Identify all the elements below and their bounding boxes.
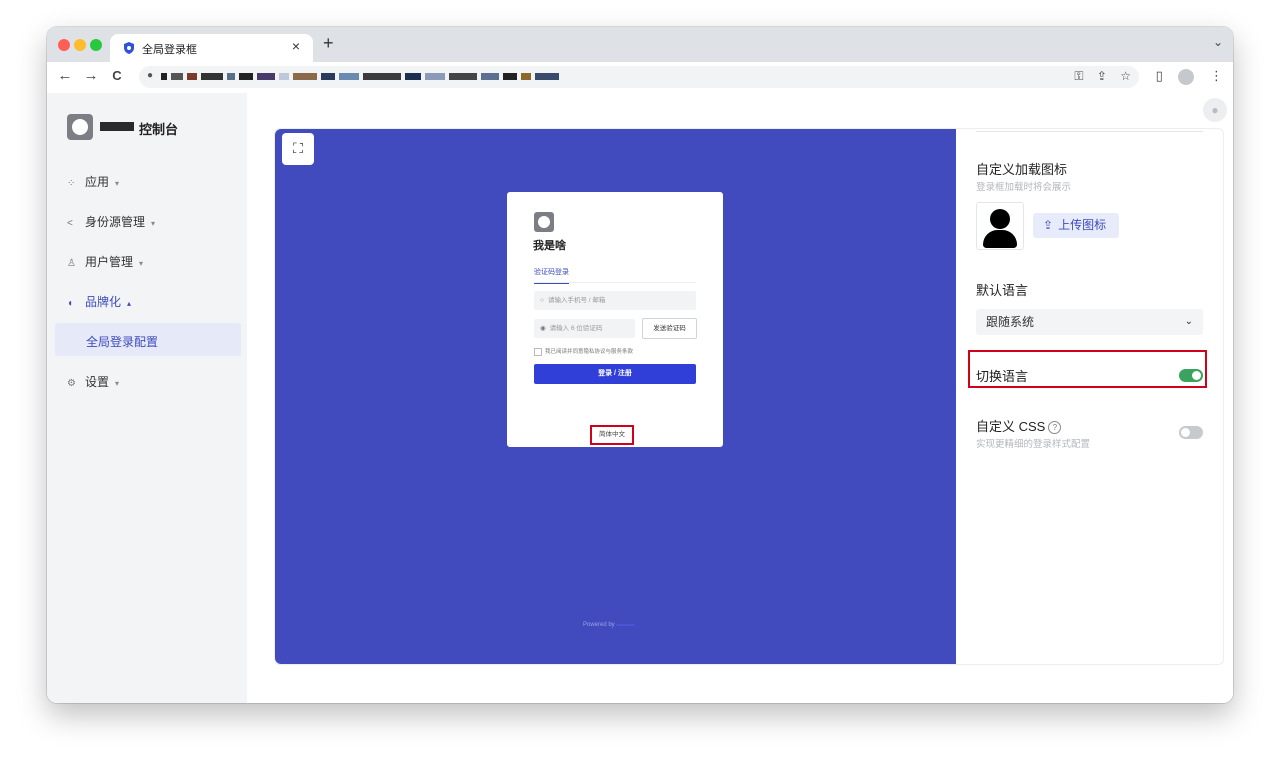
upload-label: 上传图标 (1058, 218, 1107, 232)
app: 控制台 ⁘ 应用 ▾ < 身份源管理 ▾ ♙ 用户管理 ▾ ◖ 品牌化 ▴ 全局登录配置 ⚙ 设置… (47, 93, 1233, 703)
sidebar-item-branding[interactable]: ◖ 品牌化 ▴ (67, 293, 131, 310)
upload-icon-button[interactable]: ⇪ 上传图标 (1033, 213, 1119, 238)
app-logo[interactable] (67, 114, 93, 140)
users-icon: ♙ (67, 258, 76, 269)
settings-panel: 自定义加载图标 登录框加载时将会展示 ⇪ 上传图标 默认语言 跟随系统 ⌄ 切换语言… (956, 129, 1223, 664)
tab-bar: 全局登录框 × + ⌄ (47, 27, 1233, 62)
forward-button[interactable]: → (81, 67, 101, 84)
upload-icon: ⇪ (1043, 218, 1054, 232)
login-preview: ⛶ 我是啥 验证码登录 ○ 请输入手机号 / 邮箱 ◉ 请输入 6 位验证码 发送验… (275, 129, 956, 664)
sidebar-subitem-label: 全局登录配置 (86, 335, 159, 349)
profile-avatar[interactable] (1178, 68, 1195, 85)
key-icon[interactable]: ⚿ (1074, 69, 1083, 83)
chevron-down-icon: ⌄ (1184, 316, 1193, 327)
send-code-button[interactable]: 发送验证码 (642, 318, 697, 339)
brand-icon: ◖ (67, 298, 74, 309)
default-language-value: 跟随系统 (986, 315, 1035, 329)
chevron-down-icon: ▾ (115, 379, 120, 388)
address-bar[interactable]: ● ⚿ ⇪ ☆ (139, 66, 1139, 88)
switch-language-toggle[interactable] (1179, 369, 1203, 382)
chevron-down-icon: ▾ (115, 179, 120, 188)
custom-css-label: 自定义 CSS (976, 419, 1046, 434)
more-menu-icon[interactable]: ⋮ (1210, 68, 1223, 83)
login-title: 我是啥 (533, 240, 566, 252)
chevron-down-icon: ▾ (139, 259, 144, 268)
user-icon: ○ (540, 297, 544, 304)
url-redacted (161, 71, 563, 82)
brand-name-redacted (100, 122, 134, 131)
powered-by: Powered by ▬▬▬ (583, 622, 634, 628)
language-switcher[interactable]: 简体中文 (590, 425, 634, 445)
sidebar-item-apps[interactable]: ⁘ 应用 ▾ (67, 173, 119, 190)
custom-css-title: 自定义 CSS? (976, 416, 1062, 435)
back-button[interactable]: ← (55, 67, 75, 84)
share-icon: < (67, 218, 73, 229)
loading-icon-preview (976, 202, 1024, 250)
minimize-window-button[interactable] (74, 39, 86, 51)
chevron-down-icon: ▾ (151, 219, 156, 228)
sidebar-item-label: 用户管理 (85, 255, 134, 269)
powered-by-text: Powered by (583, 622, 615, 628)
sidebar-item-label: 品牌化 (85, 295, 122, 309)
loading-icon-title: 自定义加载图标 (976, 162, 1068, 177)
star-icon[interactable]: ☆ (1120, 69, 1131, 83)
code-input[interactable]: ◉ 请输入 6 位验证码 (534, 319, 635, 338)
custom-css-toggle[interactable] (1179, 426, 1203, 439)
chevron-up-icon: ▴ (127, 299, 132, 308)
custom-css-subtitle: 实现更精细的登录样式配置 (976, 439, 1091, 450)
tab-search-icon[interactable]: ⌄ (1213, 35, 1223, 49)
loading-icon-subtitle: 登录框加载时将会展示 (976, 182, 1072, 193)
login-logo (534, 212, 554, 232)
switch-language-label: 切换语言 (976, 369, 1029, 384)
sidebar-item-label: 应用 (85, 175, 110, 189)
main-content: ● ⛶ 我是啥 验证码登录 ○ 请输入手机号 / 邮箱 ◉ 请输入 6 位验证码 发… (247, 93, 1233, 703)
login-config-card: ⛶ 我是啥 验证码登录 ○ 请输入手机号 / 邮箱 ◉ 请输入 6 位验证码 发送验… (274, 128, 1224, 665)
console-title: 控制台 (139, 122, 179, 137)
login-box-preview: 我是啥 验证码登录 ○ 请输入手机号 / 邮箱 ◉ 请输入 6 位验证码 发送验证码… (507, 192, 723, 447)
sidebar-subitem-global-login[interactable]: 全局登录配置 (55, 323, 241, 356)
agreement-checkbox[interactable] (534, 347, 542, 356)
default-language-select[interactable]: 跟随系统 ⌄ (976, 309, 1203, 335)
divider (976, 131, 1203, 132)
sidebar-item-label: 身份源管理 (85, 215, 146, 229)
sidebar-item-label: 设置 (85, 375, 110, 389)
sidebar-item-identity-sources[interactable]: < 身份源管理 ▾ (67, 213, 155, 230)
fullscreen-button[interactable]: ⛶ (282, 133, 314, 165)
sidebar: 控制台 ⁘ 应用 ▾ < 身份源管理 ▾ ♙ 用户管理 ▾ ◖ 品牌化 ▴ 全局登录配置 ⚙ 设置… (47, 93, 247, 703)
browser-tab[interactable]: 全局登录框 × (110, 34, 313, 62)
shield-icon: ◉ (540, 325, 546, 332)
shield-icon (124, 42, 134, 54)
side-panel-icon[interactable]: ▯ (1156, 68, 1163, 83)
grid-icon: ⁘ (67, 178, 76, 189)
close-window-button[interactable] (58, 39, 70, 51)
powered-by-link[interactable]: ▬▬▬ (616, 622, 634, 628)
browser-toolbar: ← → C ● ⚿ ⇪ ☆ ▯ ⋮ (47, 62, 1233, 94)
code-placeholder: 请输入 6 位验证码 (549, 325, 603, 332)
login-register-button[interactable]: 登录 / 注册 (534, 364, 696, 384)
reload-button[interactable]: C (107, 68, 127, 83)
tab-underline (534, 282, 696, 283)
phone-placeholder: 请输入手机号 / 邮箱 (547, 297, 606, 304)
phone-email-input[interactable]: ○ 请输入手机号 / 邮箱 (534, 291, 696, 310)
sidebar-item-users[interactable]: ♙ 用户管理 ▾ (67, 253, 143, 270)
agreement-text: 我已阅读并同意隐私协议与服务条款 (545, 349, 634, 355)
share-icon[interactable]: ⇪ (1097, 69, 1107, 83)
browser-window: 全局登录框 × + ⌄ ← → C ● ⚿ ⇪ ☆ ▯ ⋮ 控制台 ⁘ 应用 ▾… (47, 27, 1233, 703)
tab-close-icon[interactable]: × (287, 38, 305, 54)
maximize-window-button[interactable] (90, 39, 102, 51)
sidebar-item-settings[interactable]: ⚙ 设置 ▾ (67, 373, 119, 390)
fullscreen-icon: ⛶ (293, 140, 303, 156)
lock-icon: ● (147, 70, 154, 81)
tab-title: 全局登录框 (142, 44, 197, 56)
agreement-row: 我已阅读并同意隐私协议与服务条款 (534, 347, 633, 356)
help-icon[interactable]: ? (1048, 421, 1062, 435)
gear-icon: ⚙ (67, 378, 76, 389)
user-avatar-icon[interactable]: ● (1203, 98, 1227, 122)
new-tab-button[interactable]: + (323, 33, 334, 54)
default-language-title: 默认语言 (976, 283, 1029, 298)
